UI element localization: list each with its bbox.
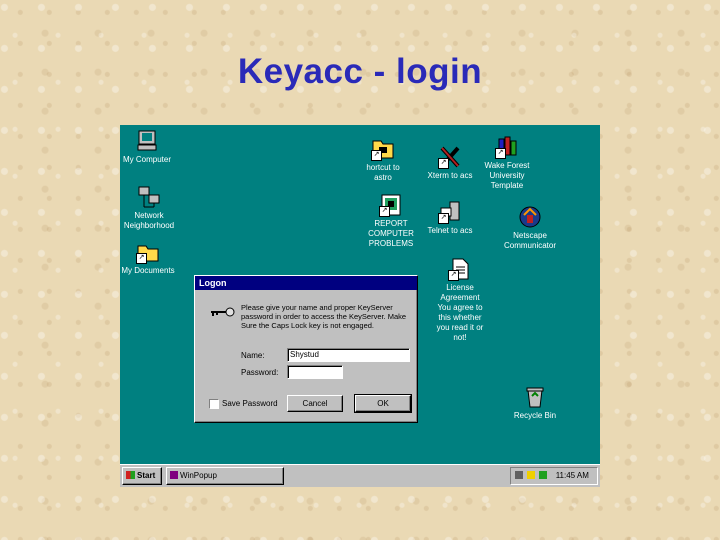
slide-title: Keyacc - login (237, 52, 483, 91)
shortcut-astro-icon[interactable]: ↗ hortcut to astro (348, 137, 418, 183)
save-password-label: Save Password (222, 399, 278, 408)
recycle-bin-icon[interactable]: Recycle Bin (500, 385, 570, 421)
icon-label: Netscape Communicator (503, 231, 556, 250)
shortcut-arrow-icon: ↗ (136, 253, 147, 264)
license-agreement-icon[interactable]: ↗ License Agreement You agree to this wh… (425, 257, 495, 343)
shortcut-arrow-icon: ↗ (371, 150, 382, 161)
icon-label: Wake Forest University Template (484, 161, 530, 190)
password-label: Password: (241, 368, 279, 377)
my-documents-icon[interactable]: ↗ My Documents (120, 240, 183, 276)
shortcut-arrow-icon: ↗ (379, 206, 390, 217)
icon-label: Telnet to acs (427, 226, 473, 235)
telnet-icon[interactable]: ↗ Telnet to acs (415, 200, 485, 236)
taskbar-task-winpopup[interactable]: WinPopup (166, 467, 284, 485)
password-field[interactable] (287, 365, 343, 379)
folder-icon: ↗ (136, 240, 160, 264)
taskbar: Start WinPopup 11:45 AM (120, 464, 600, 487)
shortcut-arrow-icon: ↗ (495, 148, 506, 159)
folder-icon: ↗ (371, 137, 395, 161)
books-icon: ↗ (495, 135, 519, 159)
winpopup-icon (170, 471, 178, 479)
windows-logo-icon (126, 471, 135, 479)
shortcut-arrow-icon: ↗ (448, 270, 459, 281)
ok-button[interactable]: OK (354, 394, 412, 413)
name-field[interactable]: Shystud (287, 348, 410, 362)
icon-label: My Computer (122, 155, 171, 164)
network-neighborhood-icon[interactable]: Network Neighborhood (120, 185, 184, 231)
document-icon: ↗ (448, 257, 472, 281)
cancel-button[interactable]: Cancel (287, 395, 343, 412)
shortcut-arrow-icon: ↗ (438, 158, 449, 169)
network-tray-icon[interactable] (539, 471, 548, 479)
speaker-icon[interactable] (527, 471, 536, 479)
report-icon: ↗ (379, 193, 403, 217)
network-icon (137, 185, 161, 209)
wake-forest-template-icon[interactable]: ↗ Wake Forest University Template (472, 135, 542, 191)
terminal-icon: ↗ (438, 200, 462, 224)
my-computer-icon[interactable]: My Computer (120, 129, 182, 165)
computer-icon (135, 129, 159, 153)
start-button[interactable]: Start (122, 467, 162, 485)
shortcut-arrow-icon: ↗ (438, 213, 449, 224)
tray-icon[interactable] (515, 471, 523, 479)
recycle-bin-icon-glyph (523, 385, 547, 409)
name-label: Name: (241, 351, 265, 360)
task-label: WinPopup (180, 471, 217, 480)
icon-label: My Documents (121, 266, 175, 275)
desktop-screen: My Computer Network Neighborhood ↗ My Do… (120, 125, 600, 487)
netscape-communicator-icon[interactable]: Netscape Communicator (495, 205, 565, 251)
icon-label: Network Neighborhood (123, 211, 175, 230)
netscape-icon (518, 205, 542, 229)
system-tray: 11:45 AM (510, 467, 598, 485)
save-password-checkbox[interactable] (209, 399, 219, 409)
icon-label: hortcut to astro (366, 163, 400, 182)
icon-label: License Agreement You agree to this whet… (436, 283, 484, 342)
dialog-title: Logon (195, 276, 417, 290)
x-logo-icon: ↗ (438, 145, 462, 169)
dialog-message: Please give your name and proper KeyServ… (241, 303, 407, 330)
clock[interactable]: 11:45 AM (556, 471, 589, 480)
start-label: Start (137, 471, 156, 480)
logon-dialog: Logon Please give your name and proper K… (194, 275, 418, 423)
icon-label: Recycle Bin (513, 411, 557, 420)
key-icon (211, 307, 235, 317)
